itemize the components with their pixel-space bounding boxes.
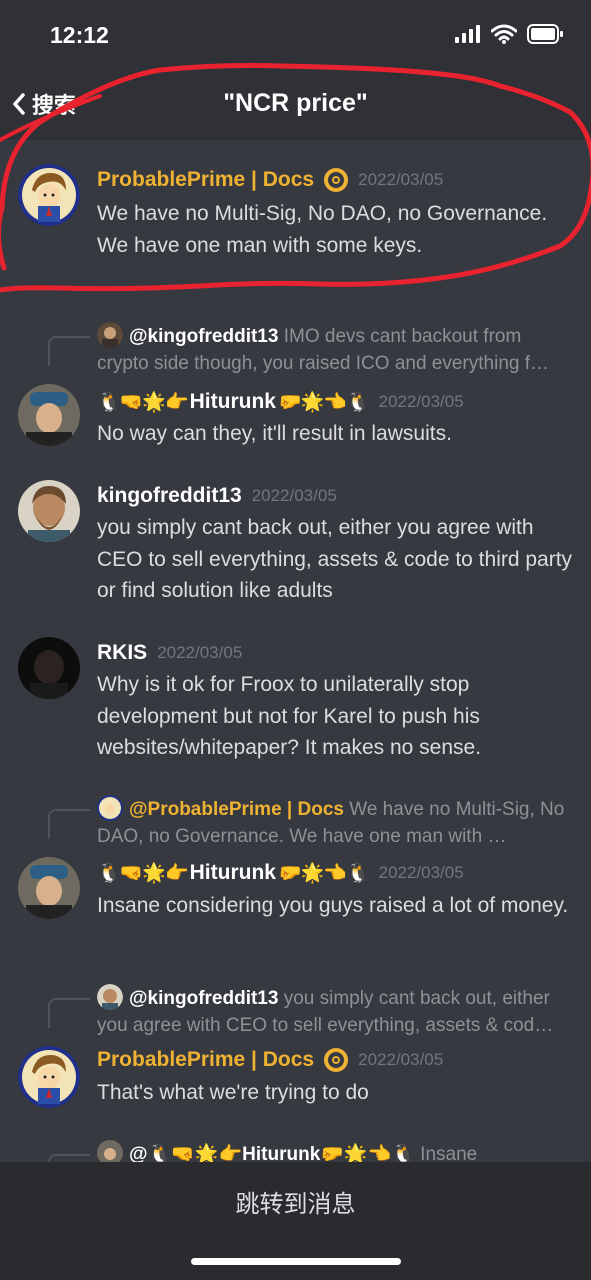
avatar[interactable] xyxy=(18,384,80,446)
reply-preview[interactable]: @kingofreddit13 IMO devs cant backout fr… xyxy=(97,322,577,377)
page-title: "NCR price" xyxy=(223,89,368,117)
author-name[interactable]: ProbablePrime | Docs xyxy=(97,1048,314,1072)
timestamp: 2022/03/05 xyxy=(378,392,464,411)
avatar[interactable] xyxy=(18,1046,80,1108)
lifebuoy-badge-icon xyxy=(324,168,349,192)
jump-to-message-button[interactable]: 跳转到消息 xyxy=(0,1184,591,1219)
reply-author: @kingofreddit13 xyxy=(129,326,279,347)
message-text: Why is it ok for Froox to unilaterally s… xyxy=(97,673,482,759)
message-text: you simply cant back out, either you agr… xyxy=(97,516,573,602)
avatar[interactable] xyxy=(18,637,80,699)
author-name[interactable]: Hiturunk xyxy=(190,390,276,414)
author-emojis-left: 🐧🤜🌟👉 xyxy=(97,392,189,413)
author-name[interactable]: ProbablePrime | Docs xyxy=(97,168,314,192)
battery-icon xyxy=(527,24,563,44)
message-text: No way can they, it'll result in lawsuit… xyxy=(97,422,452,445)
author-name[interactable]: RKIS xyxy=(97,641,147,665)
status-time: 12:12 xyxy=(50,22,109,48)
reply-avatar xyxy=(97,795,123,821)
author-name[interactable]: Hiturunk xyxy=(190,861,276,885)
reply-connector xyxy=(48,998,90,1028)
message-text: Insane considering you guys raised a lot… xyxy=(97,894,569,917)
author-emojis-left: 🐧🤜🌟👉 xyxy=(97,863,189,884)
timestamp: 2022/03/05 xyxy=(251,486,337,505)
message-text: That's what we're trying to do xyxy=(97,1081,369,1104)
lifebuoy-badge-icon xyxy=(324,1048,349,1072)
bottom-bar: 跳转到消息 xyxy=(0,1162,591,1280)
avatar[interactable] xyxy=(18,480,80,542)
avatar[interactable] xyxy=(18,164,80,226)
reply-connector xyxy=(48,336,90,366)
avatar[interactable] xyxy=(18,857,80,919)
author-name[interactable]: kingofreddit13 xyxy=(97,484,242,508)
reply-avatar xyxy=(97,984,123,1010)
timestamp: 2022/03/05 xyxy=(358,1050,444,1069)
reply-connector xyxy=(48,809,90,839)
wifi-icon xyxy=(491,24,517,44)
reply-author: @kingofreddit13 xyxy=(129,988,279,1009)
message-text: We have no Multi-Sig, No DAO, no Governa… xyxy=(97,202,548,257)
reply-preview[interactable]: @kingofreddit13 you simply cant back out… xyxy=(97,984,577,1039)
reply-preview[interactable]: @ProbablePrime | Docs We have no Multi-S… xyxy=(97,795,577,850)
status-icons xyxy=(455,24,563,44)
timestamp: 2022/03/05 xyxy=(378,863,464,882)
reply-avatar xyxy=(97,322,123,348)
top-bar: 12:12 搜索 "NCR price" xyxy=(0,0,591,140)
timestamp: 2022/03/05 xyxy=(157,643,243,662)
reply-author: @ProbablePrime | Docs xyxy=(129,799,344,820)
timestamp: 2022/03/05 xyxy=(358,170,444,189)
signal-icon xyxy=(455,25,480,43)
home-indicator[interactable] xyxy=(191,1258,401,1265)
author-emojis-right: 🤛🌟👈🐧 xyxy=(277,392,370,413)
author-emojis-right: 🤛🌟👈🐧 xyxy=(277,863,370,884)
